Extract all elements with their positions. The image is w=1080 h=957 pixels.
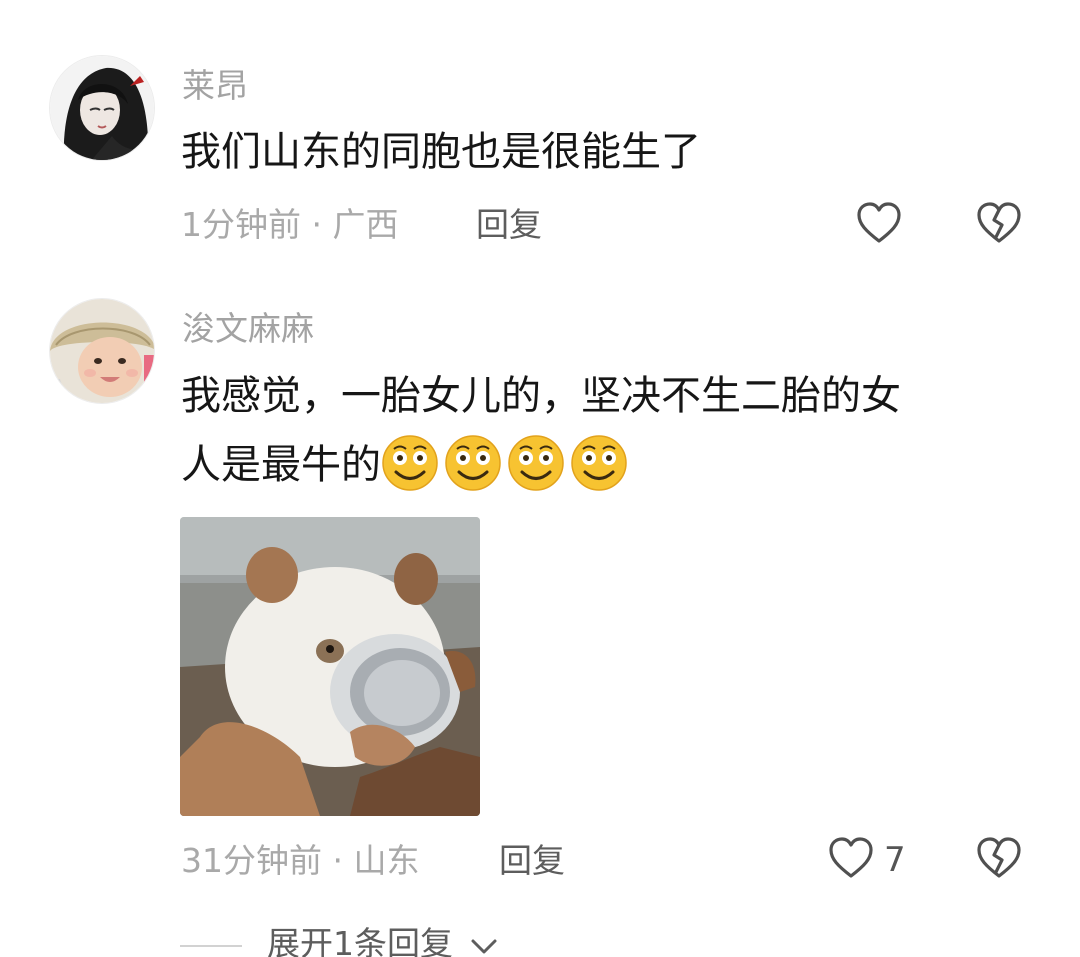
expand-replies-button[interactable]: 展开1条回复: [267, 922, 498, 957]
reply-button[interactable]: 回复: [476, 205, 542, 245]
expand-replies-label: 展开1条回复: [267, 924, 453, 957]
comment-image-panda-bowl[interactable]: [180, 517, 480, 816]
heart-outline-icon[interactable]: [854, 199, 904, 249]
comment-text-line-1: 我感觉，一胎女儿的，坚决不生二胎的女: [181, 373, 901, 419]
comment-meta: 1分钟前 · 广西: [181, 205, 399, 244]
comment-meta: 31分钟前 · 山东: [181, 841, 420, 880]
smiley-emoji: [570, 434, 628, 492]
smiley-emoji: [381, 434, 439, 492]
reply-button[interactable]: 回复: [499, 841, 565, 881]
like-count: 7: [884, 840, 906, 880]
avatar[interactable]: [49, 298, 155, 404]
heart-outline-icon[interactable]: [826, 834, 876, 884]
comment-text-line-2: 人是最牛的: [181, 442, 381, 488]
broken-heart-icon[interactable]: [974, 199, 1024, 249]
chevron-down-icon: [470, 924, 498, 957]
comment-username[interactable]: 莱昂: [182, 66, 248, 106]
comment-list: 莱昂 我们山东的同胞也是很能生了 1分钟前 · 广西 回复 浚文麻麻 我感觉，一: [0, 0, 1080, 957]
broken-heart-icon[interactable]: [974, 834, 1024, 884]
comment-text: 我们山东的同胞也是很能生了: [181, 129, 701, 175]
comment-username[interactable]: 浚文麻麻: [182, 309, 314, 349]
avatar[interactable]: [49, 55, 155, 161]
smiley-emoji: [444, 434, 502, 492]
smiley-emoji: [507, 434, 565, 492]
comment-text-line-2-row: 人是最牛的: [181, 433, 633, 497]
expand-divider: [180, 945, 242, 947]
